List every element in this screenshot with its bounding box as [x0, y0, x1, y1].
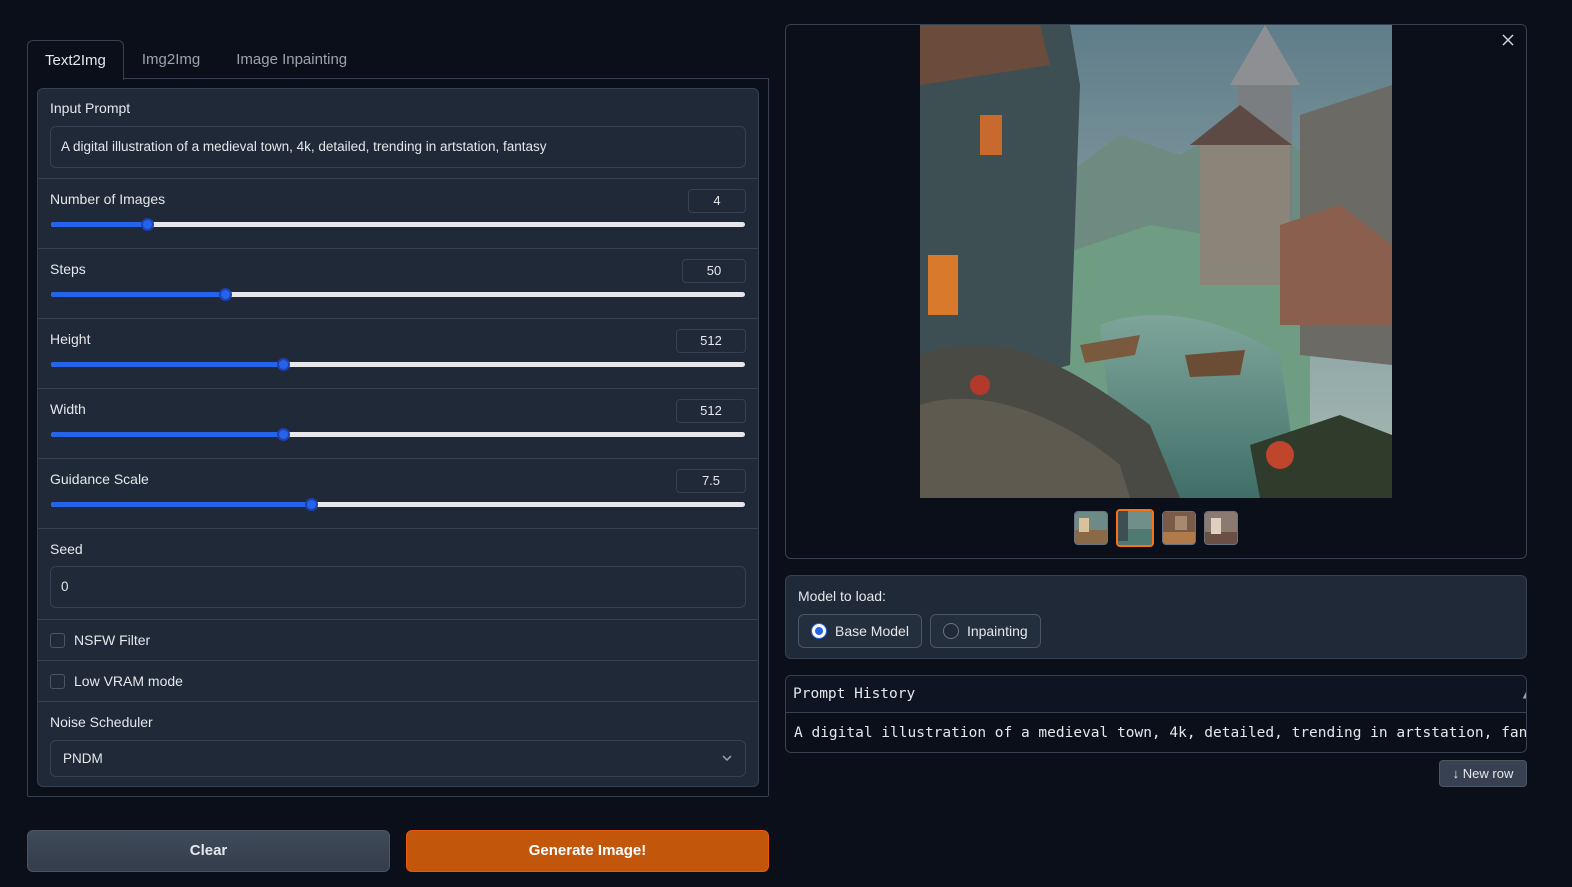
- tab-img2img[interactable]: Img2Img: [124, 40, 218, 79]
- width-value[interactable]: 512: [676, 399, 746, 423]
- steps-fill: [51, 292, 225, 297]
- prompt-input[interactable]: A digital illustration of a medieval tow…: [50, 126, 746, 168]
- arrow-down-icon: ↓: [1452, 766, 1460, 781]
- num-images-fill: [51, 222, 147, 227]
- guidance-fill: [51, 502, 312, 507]
- num-images-slider[interactable]: [51, 218, 745, 231]
- radio-inpainting[interactable]: Inpainting: [929, 614, 1041, 648]
- height-label: Height: [50, 331, 91, 347]
- guidance-value[interactable]: 7.5: [676, 469, 746, 493]
- tab-text2img[interactable]: Text2Img: [27, 40, 124, 80]
- model-selector: Model to load: Base Model Inpainting: [785, 575, 1527, 659]
- generate-button[interactable]: Generate Image!: [406, 830, 769, 872]
- scheduler-value: PNDM: [63, 751, 103, 766]
- steps-block: Steps 50: [38, 249, 758, 319]
- prompt-history-title: Prompt History: [793, 686, 916, 702]
- sort-arrow-icon[interactable]: ▲: [1523, 676, 1526, 713]
- prompt-block: Input Prompt A digital illustration of a…: [38, 89, 758, 179]
- low-vram-checkbox[interactable]: [50, 673, 65, 689]
- guidance-thumb[interactable]: [305, 498, 319, 511]
- low-vram-label: Low VRAM mode: [74, 673, 183, 689]
- chevron-down-icon: [721, 741, 733, 786]
- width-thumb[interactable]: [277, 428, 291, 441]
- text2img-panel: Text2Img Img2Img Image Inpainting Input …: [27, 40, 769, 797]
- height-thumb[interactable]: [277, 358, 291, 371]
- nsfw-label: NSFW Filter: [74, 632, 151, 648]
- prompt-history-table: Prompt History ▲ A digital illustration …: [785, 675, 1527, 753]
- seed-block: Seed 0: [38, 529, 758, 620]
- scheduler-block: Noise Scheduler PNDM: [38, 702, 758, 786]
- thumbnail-4[interactable]: [1204, 511, 1238, 545]
- steps-thumb[interactable]: [218, 288, 232, 301]
- scheduler-select[interactable]: PNDM: [50, 740, 746, 777]
- guidance-block: Guidance Scale 7.5: [38, 459, 758, 529]
- image-gallery: [785, 24, 1527, 559]
- height-value[interactable]: 512: [676, 329, 746, 353]
- new-row-button[interactable]: ↓ New row: [1439, 760, 1527, 787]
- thumbnail-3[interactable]: [1162, 511, 1196, 545]
- generated-image[interactable]: [920, 25, 1392, 498]
- nsfw-block: NSFW Filter: [38, 620, 758, 661]
- low-vram-block: Low VRAM mode: [38, 661, 758, 702]
- seed-input[interactable]: 0: [50, 566, 746, 608]
- settings-form: Input Prompt A digital illustration of a…: [37, 88, 759, 787]
- model-label: Model to load:: [798, 588, 886, 604]
- num-images-thumb[interactable]: [140, 218, 154, 231]
- thumbnail-1[interactable]: [1074, 511, 1108, 545]
- radio-base-model-label: Base Model: [835, 623, 909, 639]
- model-radio-group: Base Model Inpainting: [798, 614, 1514, 648]
- radio-unselected-icon: [942, 623, 959, 639]
- thumbnail-strip: [786, 509, 1526, 547]
- width-block: Width 512: [38, 389, 758, 459]
- prompt-label: Input Prompt: [50, 100, 131, 116]
- clear-button[interactable]: Clear: [27, 830, 390, 872]
- width-label: Width: [50, 401, 86, 417]
- width-slider[interactable]: [51, 428, 745, 441]
- close-icon[interactable]: [1502, 33, 1514, 51]
- scheduler-label: Noise Scheduler: [50, 714, 153, 730]
- steps-label: Steps: [50, 261, 86, 277]
- radio-base-model[interactable]: Base Model: [798, 614, 922, 648]
- seed-label: Seed: [50, 541, 83, 557]
- guidance-slider[interactable]: [51, 498, 745, 511]
- steps-value[interactable]: 50: [682, 259, 746, 283]
- radio-selected-icon: [811, 623, 827, 639]
- table-row[interactable]: A digital illustration of a medieval tow…: [786, 713, 1526, 752]
- num-images-value[interactable]: 4: [688, 189, 746, 213]
- medieval-town-illustration: [920, 25, 1392, 498]
- height-block: Height 512: [38, 319, 758, 389]
- num-images-block: Number of Images 4: [38, 179, 758, 249]
- guidance-label: Guidance Scale: [50, 471, 149, 487]
- steps-slider[interactable]: [51, 288, 745, 301]
- num-images-label: Number of Images: [50, 191, 166, 207]
- nsfw-checkbox[interactable]: [50, 632, 65, 648]
- height-slider[interactable]: [51, 358, 745, 371]
- tab-image-inpainting[interactable]: Image Inpainting: [218, 40, 365, 79]
- action-bar: Clear Generate Image!: [27, 830, 769, 872]
- height-fill: [51, 362, 284, 367]
- prompt-history-header[interactable]: Prompt History ▲: [786, 676, 1526, 713]
- radio-inpainting-label: Inpainting: [966, 623, 1028, 639]
- width-fill: [51, 432, 284, 437]
- tab-panel: Input Prompt A digital illustration of a…: [27, 78, 769, 797]
- new-row-label: New row: [1462, 766, 1514, 781]
- mode-tabs: Text2Img Img2Img Image Inpainting: [27, 40, 769, 80]
- thumbnail-2[interactable]: [1116, 509, 1154, 547]
